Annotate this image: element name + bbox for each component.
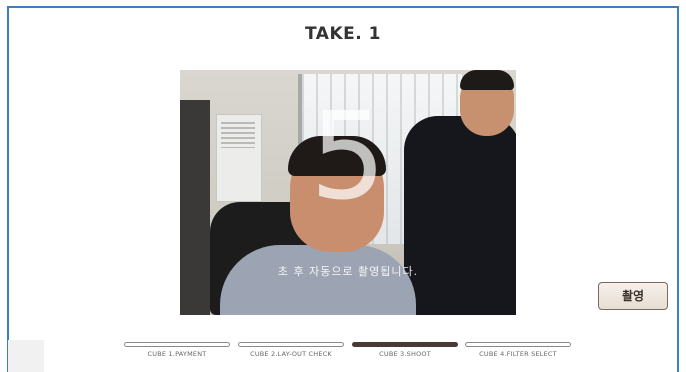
step-label: CUBE 2.LAY-OUT CHECK xyxy=(250,350,332,358)
step-bar xyxy=(238,342,344,347)
step-label: CUBE 1.PAYMENT xyxy=(147,350,207,358)
step-layout-check: CUBE 2.LAY-OUT CHECK xyxy=(238,342,344,358)
step-payment: CUBE 1.PAYMENT xyxy=(124,342,230,358)
step-bar xyxy=(124,342,230,347)
countdown-number: 5 xyxy=(309,88,387,227)
step-shoot: CUBE 3.SHOOT xyxy=(352,342,458,358)
corner-panel xyxy=(8,340,44,372)
step-progress: CUBE 1.PAYMENT CUBE 2.LAY-OUT CHECK CUBE… xyxy=(124,342,576,362)
step-label: CUBE 3.SHOOT xyxy=(379,350,431,358)
page-title: TAKE. 1 xyxy=(305,24,381,44)
shoot-button[interactable]: 촬영 xyxy=(598,282,668,310)
step-label: CUBE 4.FILTER SELECT xyxy=(479,350,557,358)
step-bar xyxy=(465,342,571,347)
step-bar-active xyxy=(352,342,458,347)
step-filter-select: CUBE 4.FILTER SELECT xyxy=(465,342,571,358)
preview-person-seated xyxy=(220,245,416,315)
preview-person-standing-hair xyxy=(460,70,514,90)
countdown-caption: 초 후 자동으로 촬영됩니다. xyxy=(277,265,419,278)
